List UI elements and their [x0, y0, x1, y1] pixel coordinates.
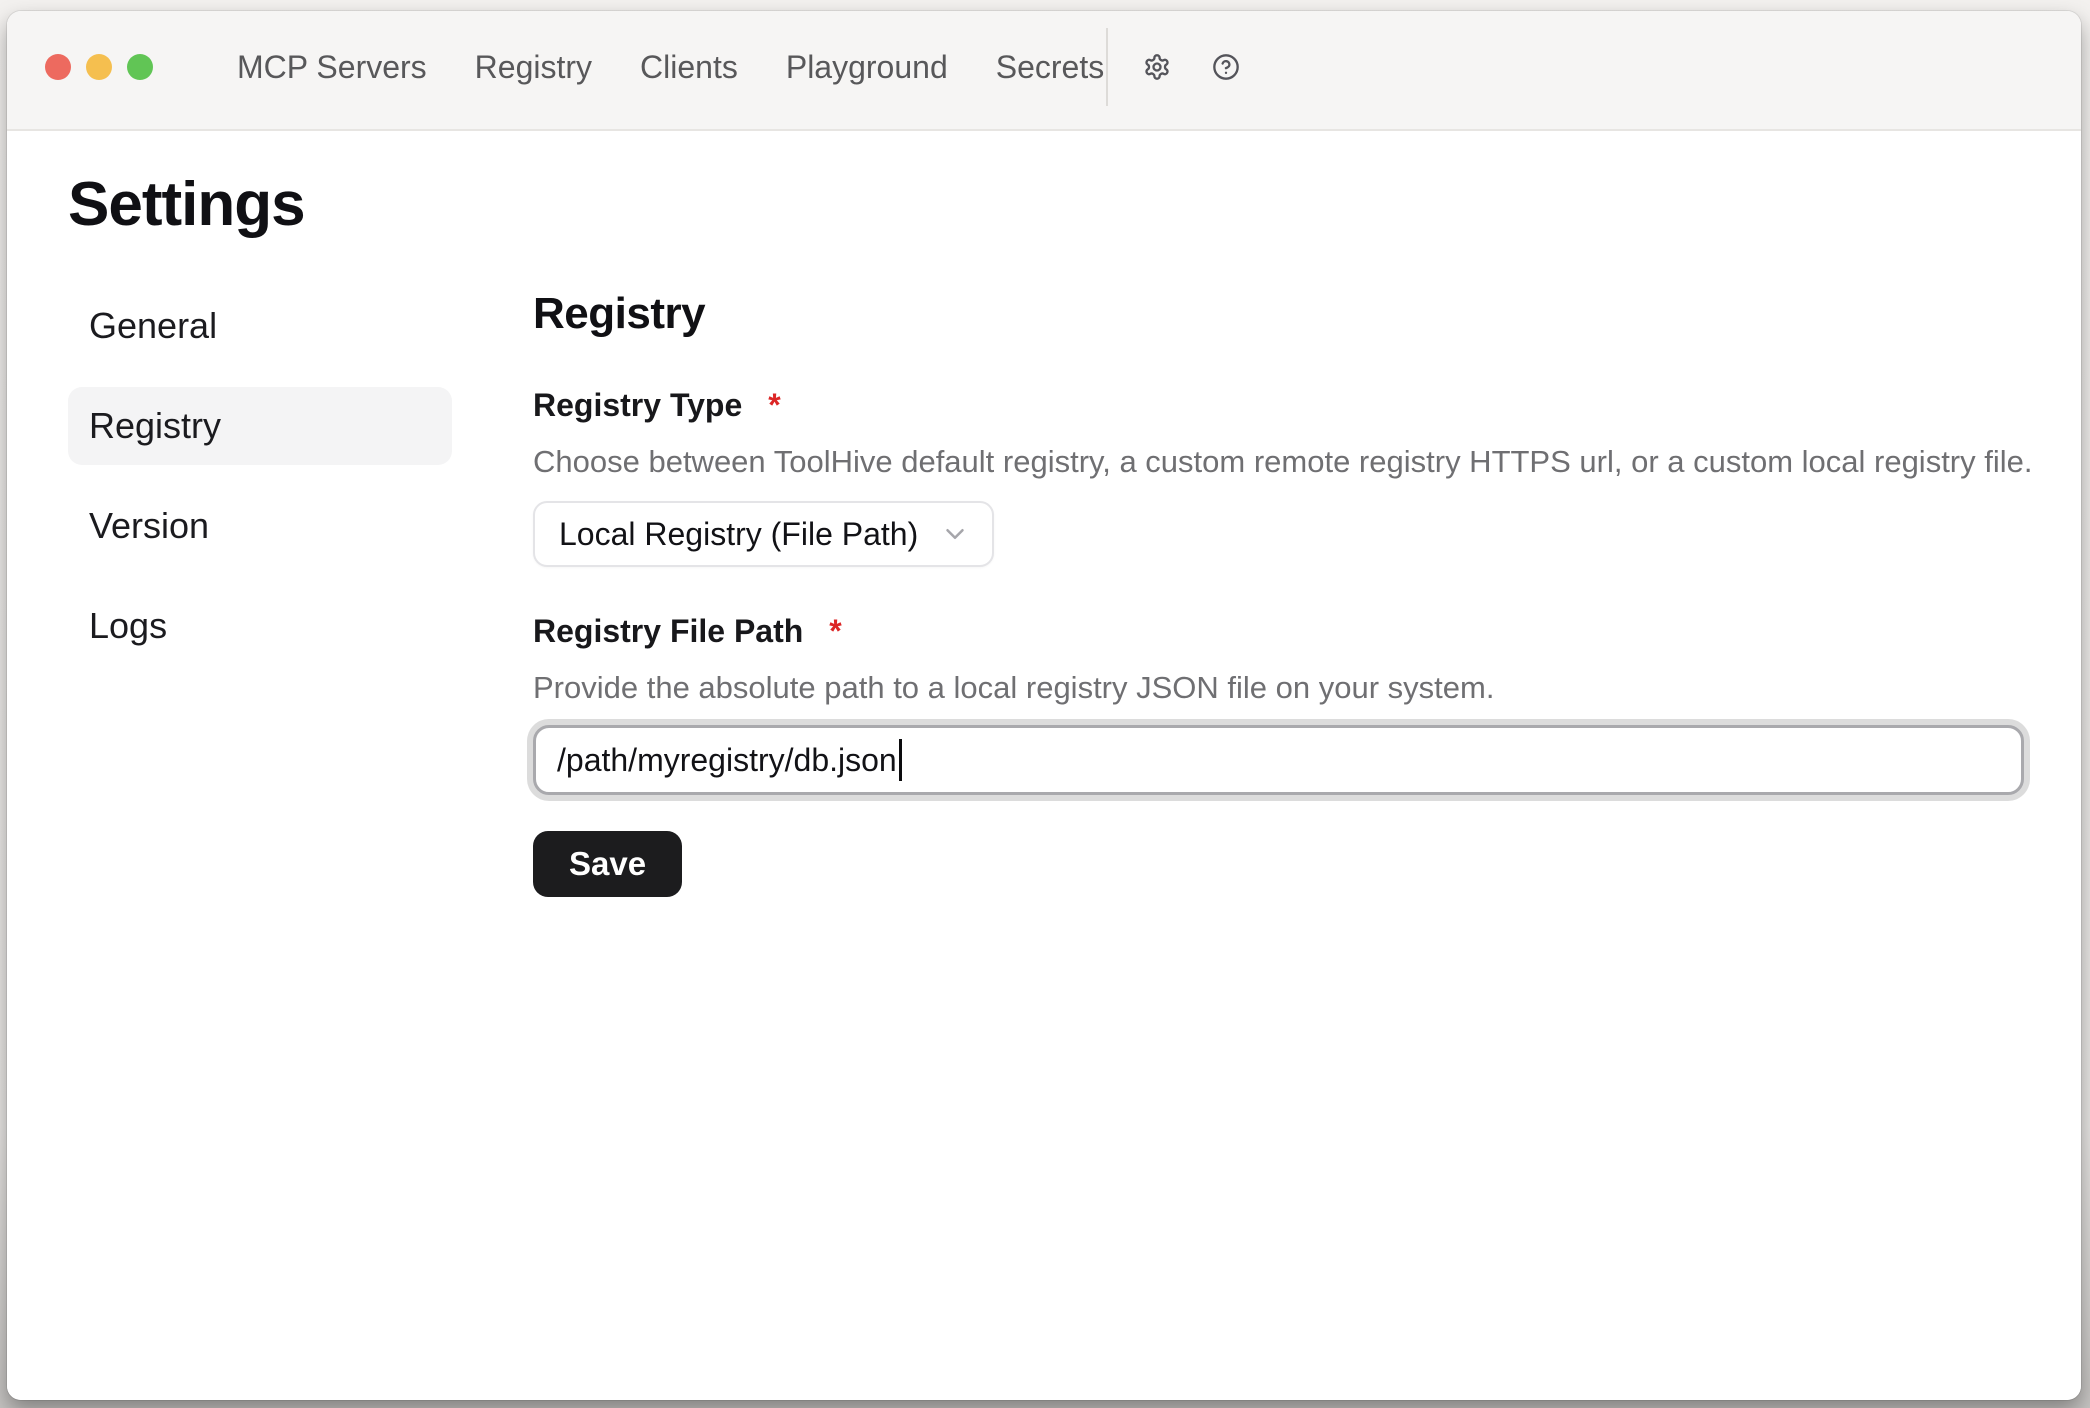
registry-type-label-text: Registry Type [533, 385, 742, 425]
required-asterisk: * [829, 611, 841, 651]
sidebar-item-logs[interactable]: Logs [68, 587, 452, 665]
page-title: Settings [68, 167, 2081, 243]
settings-page: Settings General Registry Version Logs R… [7, 131, 2081, 1400]
nav-item-registry[interactable]: Registry [475, 48, 592, 86]
settings-sidebar: General Registry Version Logs [68, 287, 452, 897]
sidebar-item-general[interactable]: General [68, 287, 452, 365]
nav-item-secrets[interactable]: Secrets [996, 48, 1104, 86]
registry-file-path-value: /path/myregistry/db.json [557, 742, 897, 779]
nav-item-playground[interactable]: Playground [786, 48, 948, 86]
registry-type-label: Registry Type * [533, 385, 2024, 425]
minimize-window-button[interactable] [86, 54, 112, 80]
gear-icon[interactable] [1143, 53, 1171, 81]
save-button[interactable]: Save [533, 831, 682, 897]
sidebar-item-registry[interactable]: Registry [68, 387, 452, 465]
text-cursor [899, 739, 902, 781]
app-window: MCP Servers Registry Clients Playground … [7, 11, 2081, 1400]
registry-type-description: Choose between ToolHive default registry… [533, 441, 2024, 483]
registry-settings-panel: Registry Registry Type * Choose between … [533, 287, 2024, 897]
titlebar-divider [1106, 28, 1108, 106]
nav-item-mcp-servers[interactable]: MCP Servers [237, 48, 427, 86]
section-heading: Registry [533, 287, 2024, 341]
chevron-down-icon [940, 519, 970, 549]
traffic-lights [45, 54, 153, 80]
registry-file-path-input[interactable]: /path/myregistry/db.json [533, 725, 2024, 795]
top-navigation: MCP Servers Registry Clients Playground … [237, 48, 1104, 86]
help-icon[interactable] [1212, 53, 1240, 81]
registry-file-path-label-text: Registry File Path [533, 611, 803, 651]
maximize-window-button[interactable] [127, 54, 153, 80]
registry-file-path-label: Registry File Path * [533, 611, 2024, 651]
registry-type-select[interactable]: Local Registry (File Path) [533, 501, 994, 567]
required-asterisk: * [768, 385, 780, 425]
titlebar: MCP Servers Registry Clients Playground … [7, 11, 2081, 131]
close-window-button[interactable] [45, 54, 71, 80]
registry-file-path-description: Provide the absolute path to a local reg… [533, 667, 2024, 709]
sidebar-item-version[interactable]: Version [68, 487, 452, 565]
registry-type-selected-value: Local Registry (File Path) [559, 516, 918, 553]
titlebar-icons [1143, 53, 1240, 81]
nav-item-clients[interactable]: Clients [640, 48, 738, 86]
